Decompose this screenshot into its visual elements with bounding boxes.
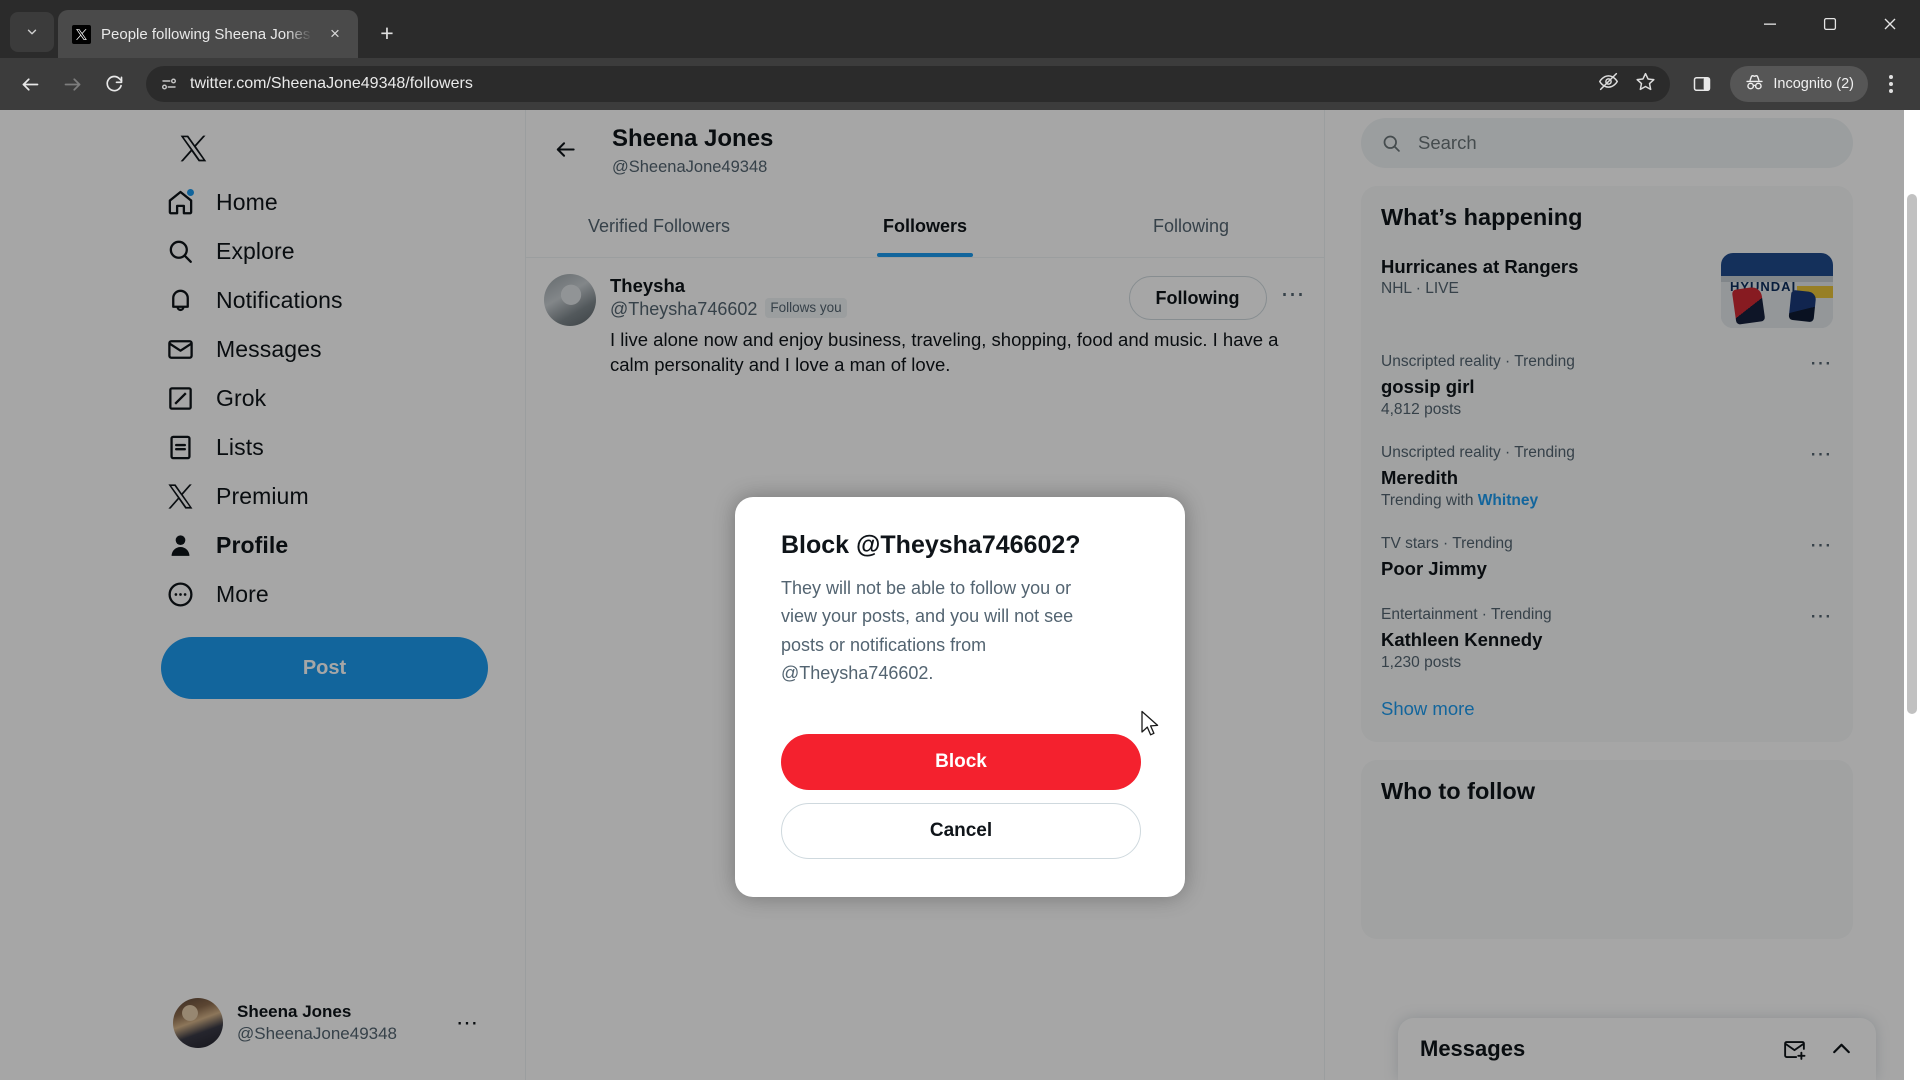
star-icon[interactable] (1635, 71, 1656, 97)
reload-button[interactable] (96, 66, 132, 102)
eye-off-icon[interactable] (1598, 71, 1619, 97)
side-panel-button[interactable] (1684, 66, 1720, 102)
minimize-button[interactable] (1740, 0, 1800, 48)
vertical-scrollbar[interactable] (1904, 110, 1920, 1080)
incognito-icon (1744, 72, 1765, 97)
incognito-label: Incognito (2) (1773, 76, 1854, 92)
browser-menu-button[interactable] (1874, 66, 1908, 102)
browser-tab[interactable]: People following Sheena Jones × (58, 10, 358, 58)
reload-icon (106, 75, 123, 92)
tab-search-button[interactable] (10, 12, 54, 52)
dialog-body: They will not be able to follow you or v… (781, 578, 1074, 684)
block-button[interactable]: Block (781, 733, 1141, 790)
scrollbar-thumb[interactable] (1907, 194, 1917, 714)
browser-toolbar: twitter.com/SheenaJone49348/followers In… (0, 58, 1920, 110)
page-info-icon[interactable] (160, 75, 178, 93)
minimize-icon (1764, 23, 1776, 25)
url-text: twitter.com/SheenaJone49348/followers (190, 75, 473, 92)
omnibox-actions (1598, 71, 1656, 97)
browser-window: People following Sheena Jones × + twitte… (0, 0, 1920, 1080)
arrow-right-icon (64, 77, 80, 91)
close-icon (1884, 18, 1896, 30)
block-confirmation-dialog: Block @Theysha746602? They will not be a… (735, 497, 1185, 897)
x-logo-icon (72, 24, 91, 44)
back-button[interactable] (12, 66, 48, 102)
chevron-down-icon (27, 29, 37, 35)
side-panel-icon (1694, 77, 1711, 91)
window-controls (1740, 0, 1920, 48)
maximize-icon (1823, 17, 1837, 31)
arrow-left-icon (22, 77, 38, 91)
tab-strip: People following Sheena Jones × + (0, 0, 1920, 58)
page-viewport: Home Explore Notifications Messages Grok… (0, 110, 1920, 1080)
address-bar[interactable]: twitter.com/SheenaJone49348/followers (146, 66, 1671, 102)
incognito-indicator[interactable]: Incognito (2) (1730, 66, 1868, 102)
tab-title: People following Sheena Jones (101, 25, 311, 43)
dialog-title: Block @Theysha746602? (781, 531, 1081, 559)
cancel-button[interactable]: Cancel (781, 802, 1141, 859)
forward-button[interactable] (54, 66, 90, 102)
three-dot-menu-icon (1889, 75, 1893, 79)
maximize-button[interactable] (1800, 0, 1860, 48)
new-tab-button[interactable]: + (370, 16, 404, 50)
close-tab-icon[interactable]: × (322, 21, 348, 47)
close-window-button[interactable] (1860, 0, 1920, 48)
